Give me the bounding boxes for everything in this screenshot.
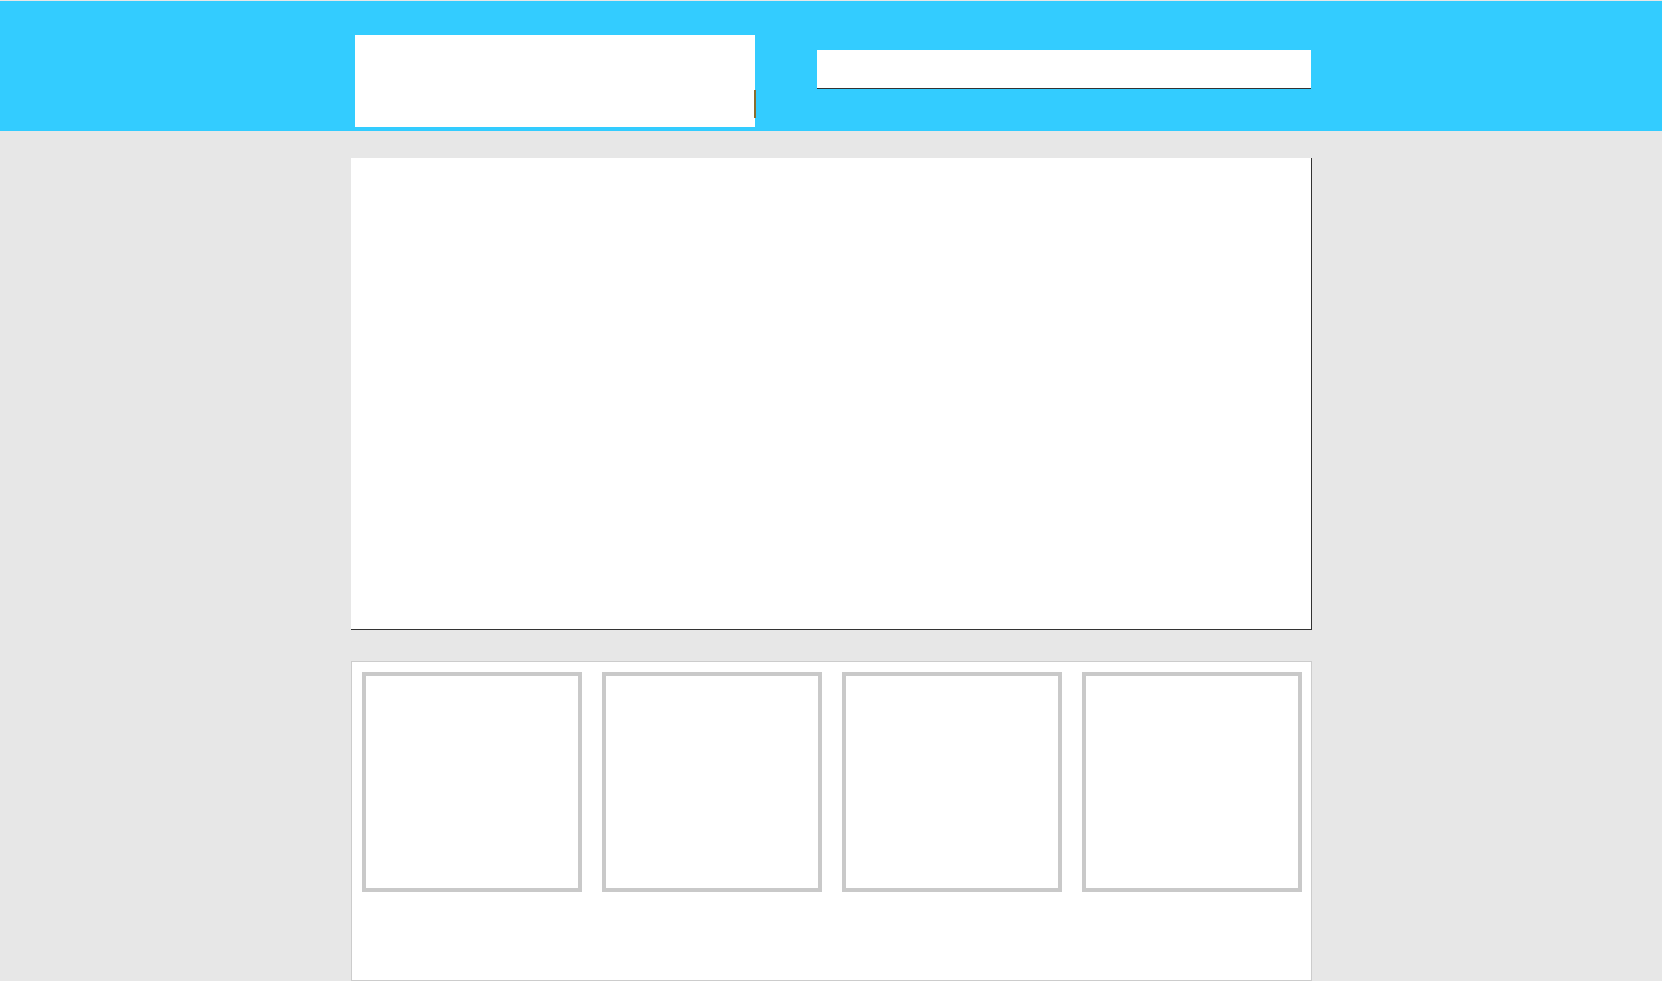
hero-banner xyxy=(351,158,1312,630)
thumbnail-gallery xyxy=(351,661,1312,981)
gallery-thumbnail-3[interactable] xyxy=(842,672,1062,892)
gallery-thumbnail-1[interactable] xyxy=(362,672,582,892)
search-input[interactable] xyxy=(817,50,1311,89)
gallery-thumbnail-4[interactable] xyxy=(1082,672,1302,892)
gallery-thumbnail-2[interactable] xyxy=(602,672,822,892)
site-header xyxy=(0,1,1662,131)
logo-edge-accent xyxy=(754,90,756,118)
site-logo[interactable] xyxy=(355,35,756,127)
